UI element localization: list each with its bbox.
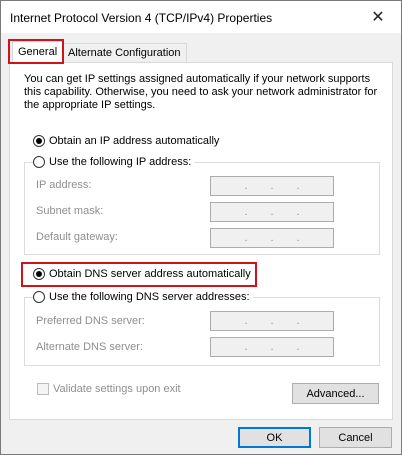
close-icon[interactable]: ✕ — [355, 1, 401, 32]
use-following-ip-option[interactable]: Use the following IP address: — [33, 156, 195, 168]
window-title: Internet Protocol Version 4 (TCP/IPv4) P… — [10, 11, 273, 25]
preferred-dns-field[interactable]: ... — [210, 311, 334, 331]
ip-address-field[interactable]: ... — [210, 176, 334, 196]
obtain-ip-auto-label: Obtain an IP address automatically — [49, 135, 220, 147]
use-following-dns-label: Use the following DNS server addresses: — [49, 291, 250, 303]
validate-settings-label: Validate settings upon exit — [53, 383, 181, 395]
general-panel: You can get IP settings assigned automat… — [9, 62, 393, 420]
subnet-mask-field[interactable]: ... — [210, 202, 334, 222]
obtain-dns-auto-option[interactable]: Obtain DNS server address automatically — [33, 268, 251, 280]
obtain-dns-auto-radio[interactable] — [33, 268, 45, 280]
description-text: You can get IP settings assigned automat… — [24, 73, 378, 111]
subnet-mask-label: Subnet mask: — [36, 205, 104, 217]
alternate-dns-label: Alternate DNS server: — [36, 341, 143, 353]
ip-address-label: IP address: — [36, 179, 92, 191]
validate-settings-checkbox[interactable] — [37, 383, 49, 395]
default-gateway-label: Default gateway: — [36, 231, 118, 243]
ok-button[interactable]: OK — [238, 427, 311, 448]
advanced-button[interactable]: Advanced... — [292, 383, 379, 404]
tab-alternate-configuration[interactable]: Alternate Configuration — [62, 43, 187, 63]
use-following-dns-radio[interactable] — [33, 291, 45, 303]
use-following-dns-option[interactable]: Use the following DNS server addresses: — [33, 291, 253, 303]
validate-settings-option[interactable]: Validate settings upon exit — [37, 383, 181, 395]
tab-general[interactable]: General — [12, 41, 64, 64]
use-following-ip-label: Use the following IP address: — [49, 156, 192, 168]
obtain-dns-auto-label: Obtain DNS server address automatically — [49, 268, 251, 280]
preferred-dns-label: Preferred DNS server: — [36, 315, 145, 327]
default-gateway-field[interactable]: ... — [210, 228, 334, 248]
obtain-ip-auto-option[interactable]: Obtain an IP address automatically — [33, 135, 219, 147]
title-bar: Internet Protocol Version 4 (TCP/IPv4) P… — [1, 1, 401, 33]
cancel-button[interactable]: Cancel — [319, 427, 392, 448]
alternate-dns-field[interactable]: ... — [210, 337, 334, 357]
obtain-ip-auto-radio[interactable] — [33, 135, 45, 147]
properties-dialog: Internet Protocol Version 4 (TCP/IPv4) P… — [0, 0, 402, 455]
use-following-ip-radio[interactable] — [33, 156, 45, 168]
